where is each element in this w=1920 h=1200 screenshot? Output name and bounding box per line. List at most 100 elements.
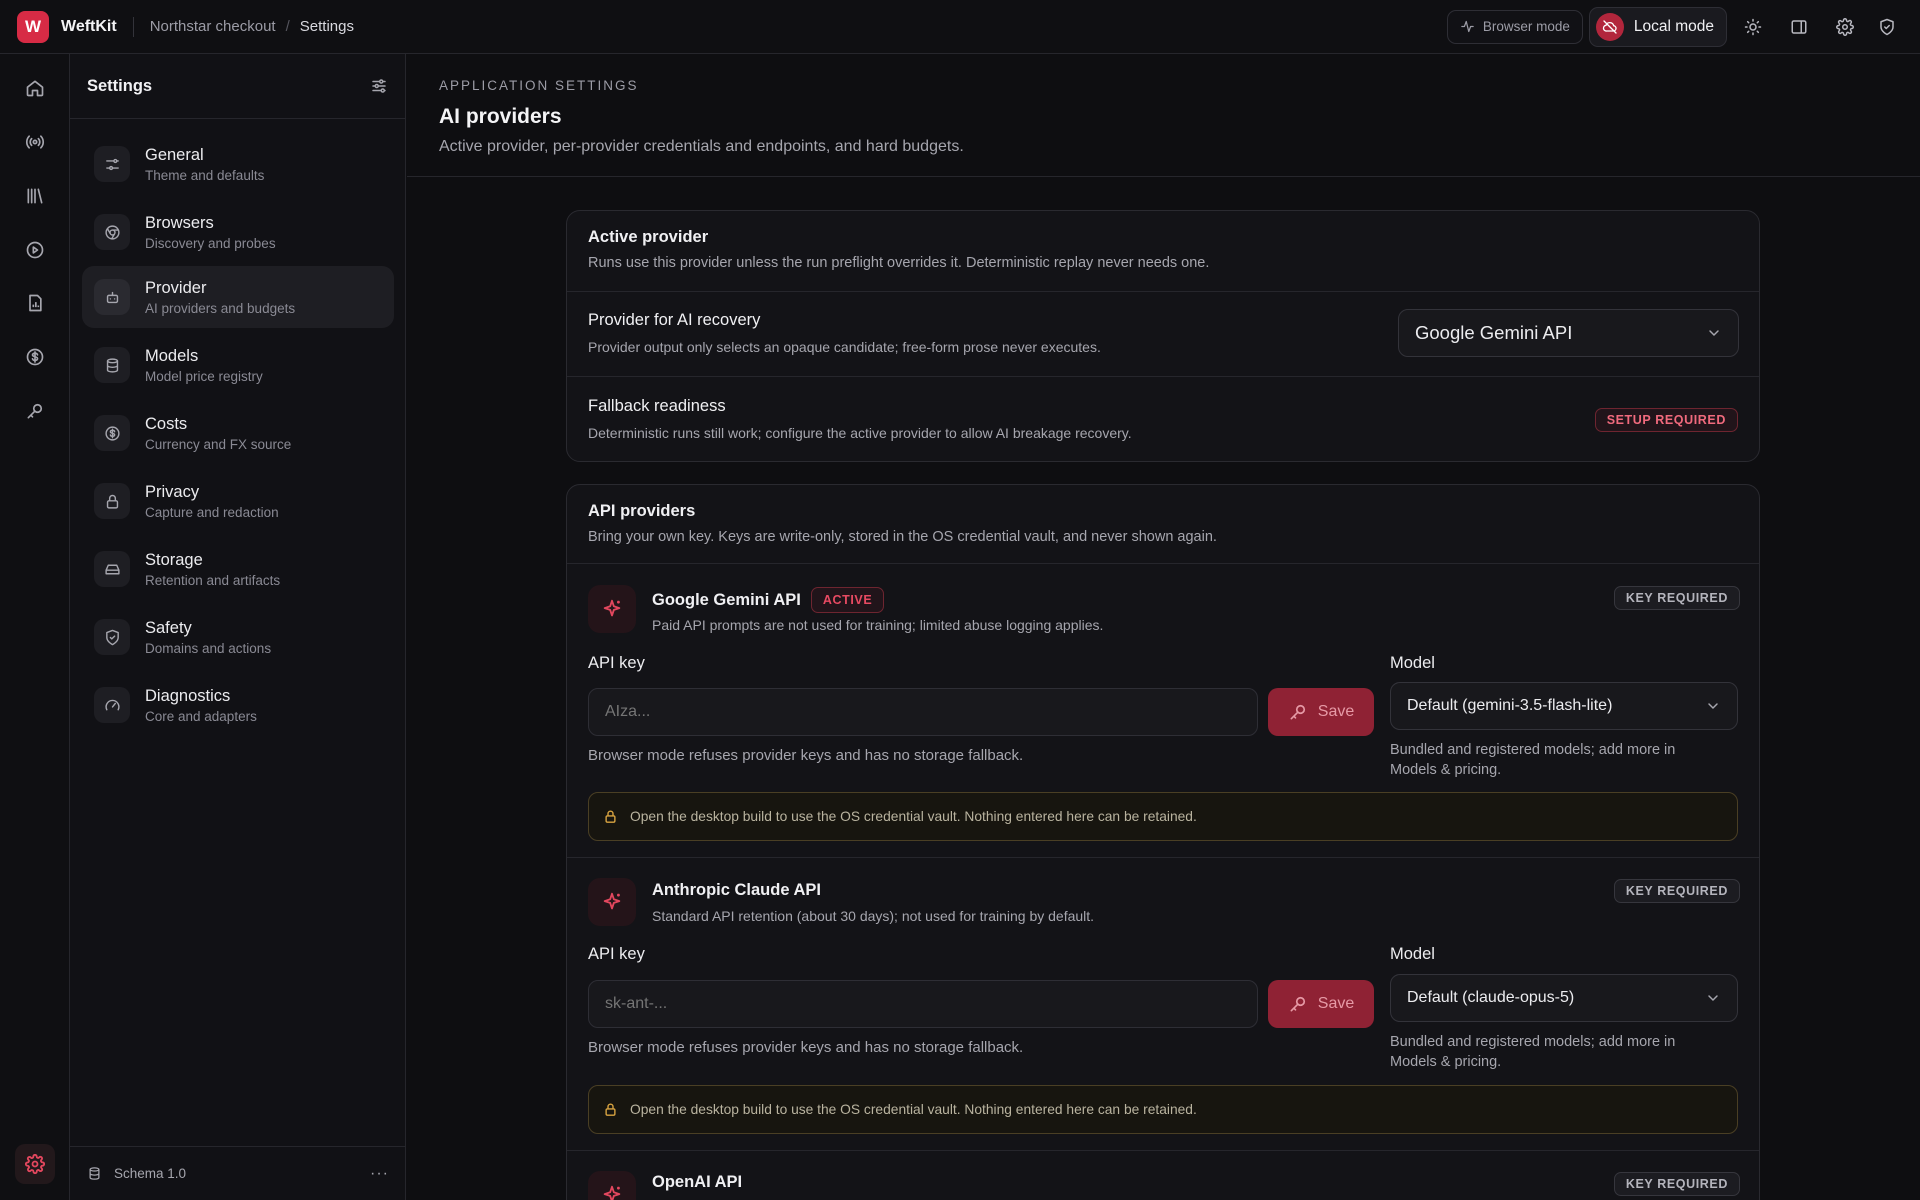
lock-icon <box>603 1102 618 1117</box>
shield-check-icon <box>1878 18 1896 36</box>
breadcrumb-project[interactable]: Northstar checkout <box>150 18 276 35</box>
nav-item-safety[interactable]: Safety Domains and actions <box>82 606 394 668</box>
warning-text: Open the desktop build to use the OS cre… <box>630 1102 1197 1117</box>
nav-label: Browsers <box>145 213 214 232</box>
bot-icon <box>94 279 130 315</box>
app-name: WeftKit <box>61 17 117 35</box>
nav-label: Safety <box>145 618 192 637</box>
rail-settings[interactable] <box>15 1144 55 1184</box>
local-mode-label: Local mode <box>1633 17 1714 35</box>
icon-rail <box>0 54 70 1200</box>
key-icon <box>25 401 45 421</box>
browser-icon <box>94 214 130 250</box>
card-title: Active provider <box>588 228 709 246</box>
dollar-icon <box>94 415 130 451</box>
rail-live[interactable] <box>15 122 55 162</box>
page-description: Active provider, per-provider credential… <box>439 138 964 155</box>
nav-sub: Model price registry <box>145 368 263 384</box>
select-value: Default (gemini-3.5-flash-lite) <box>1407 697 1613 714</box>
api-key-label: API key <box>588 654 645 672</box>
divider <box>132 16 134 37</box>
active-badge: ACTIVE <box>810 587 885 613</box>
main-content: APPLICATION SETTINGS AI providers Active… <box>407 54 1920 1200</box>
nav-sub: Retention and artifacts <box>145 572 281 588</box>
card-subtitle: Bring your own key. Keys are write-only,… <box>588 529 1217 545</box>
database-icon <box>87 1166 102 1181</box>
provider-openai: OpenAI API KEY REQUIRED <box>567 1150 1759 1200</box>
rail-keys[interactable] <box>15 391 55 431</box>
key-icon <box>1288 702 1308 722</box>
browser-mode-label: Browser mode <box>1482 19 1570 34</box>
settings-title: Settings <box>87 76 153 95</box>
nav-item-models[interactable]: Models Model price registry <box>82 334 394 396</box>
anthropic-save-button[interactable]: Save <box>1268 980 1374 1028</box>
more-menu-button[interactable]: ··· <box>370 1165 389 1183</box>
local-mode-button[interactable]: Local mode <box>1588 6 1727 47</box>
nav-label: Privacy <box>145 482 200 501</box>
activity-icon <box>1460 19 1475 34</box>
fallback-readiness-row: Fallback readiness Deterministic runs st… <box>567 377 1759 461</box>
top-bar: W WeftKit Northstar checkout / Settings … <box>0 0 1920 54</box>
page-header: APPLICATION SETTINGS AI providers Active… <box>407 54 1920 177</box>
sun-icon <box>1744 18 1762 36</box>
nav-label: General <box>145 145 204 164</box>
sparkle-icon <box>588 585 636 633</box>
panel-toggle-button[interactable] <box>1779 7 1819 47</box>
active-provider-header: Active provider Runs use this provider u… <box>567 211 1759 292</box>
nav-item-diagnostics[interactable]: Diagnostics Core and adapters <box>82 674 394 736</box>
active-provider-card: Active provider Runs use this provider u… <box>566 210 1760 462</box>
library-icon <box>25 186 45 206</box>
recovery-provider-select[interactable]: Google Gemini API <box>1398 309 1739 357</box>
nav-sub: AI providers and budgets <box>145 300 296 316</box>
breadcrumb-separator: / <box>285 18 290 35</box>
gemini-api-key-input[interactable] <box>588 688 1258 736</box>
gemini-save-button[interactable]: Save <box>1268 688 1374 736</box>
gear-icon <box>25 1154 45 1174</box>
save-label: Save <box>1317 703 1355 720</box>
nav-item-general[interactable]: General Theme and defaults <box>82 133 394 195</box>
rail-library[interactable] <box>15 176 55 216</box>
recovery-provider-row: Provider for AI recovery Provider output… <box>567 292 1759 377</box>
gear-icon <box>1836 17 1854 36</box>
provider-name-text: Anthropic Claude API <box>652 881 821 899</box>
anthropic-model-select[interactable]: Default (claude-opus-5) <box>1390 974 1738 1022</box>
rail-runs[interactable] <box>15 230 55 270</box>
schema-version: Schema 1.0 <box>114 1166 187 1181</box>
warning-text: Open the desktop build to use the OS cre… <box>630 809 1197 824</box>
security-button[interactable] <box>1871 7 1903 47</box>
provider-sub: Paid API prompts are not used for traini… <box>652 617 1104 633</box>
theme-toggle-button[interactable] <box>1733 7 1773 47</box>
settings-button[interactable] <box>1825 7 1865 47</box>
lock-icon <box>603 809 618 824</box>
rail-reports[interactable] <box>15 283 55 323</box>
provider-gemini: Google Gemini API ACTIVE Paid API prompts… <box>567 563 1759 857</box>
key-required-badge: KEY REQUIRED <box>1613 879 1740 903</box>
browser-mode-button[interactable]: Browser mode <box>1446 9 1583 44</box>
rail-costs[interactable] <box>15 337 55 377</box>
rail-home[interactable] <box>15 68 55 108</box>
settings-sidebar-header: Settings <box>70 54 405 119</box>
chevron-down-icon <box>1705 990 1721 1006</box>
page-eyebrow: APPLICATION SETTINGS <box>439 78 639 93</box>
gemini-model-select[interactable]: Default (gemini-3.5-flash-lite) <box>1390 682 1738 730</box>
model-note: Bundled and registered models; add more … <box>1390 742 1676 778</box>
setup-required-badge: SETUP REQUIRED <box>1594 408 1738 432</box>
nav-item-storage[interactable]: Storage Retention and artifacts <box>82 538 394 600</box>
broadcast-icon <box>25 132 45 152</box>
filter-sliders-icon[interactable] <box>370 77 388 95</box>
nav-label: Diagnostics <box>145 686 231 705</box>
key-required-badge: KEY REQUIRED <box>1613 586 1740 610</box>
nav-label: Provider <box>145 278 207 297</box>
app-logo[interactable]: W <box>17 10 49 43</box>
breadcrumb-current: Settings <box>299 18 354 35</box>
nav-item-browsers[interactable]: Browsers Discovery and probes <box>82 201 394 263</box>
nav-item-costs[interactable]: Costs Currency and FX source <box>82 402 394 464</box>
database-icon <box>94 347 130 383</box>
nav-item-provider[interactable]: Provider AI providers and budgets <box>82 266 394 328</box>
report-icon <box>25 293 45 313</box>
nav-item-privacy[interactable]: Privacy Capture and redaction <box>82 470 394 532</box>
key-required-badge: KEY REQUIRED <box>1613 1172 1740 1196</box>
anthropic-api-key-input[interactable] <box>588 980 1258 1028</box>
key-note: Browser mode refuses provider keys and h… <box>588 1039 1024 1056</box>
provider-name: Anthropic Claude API <box>652 881 821 900</box>
